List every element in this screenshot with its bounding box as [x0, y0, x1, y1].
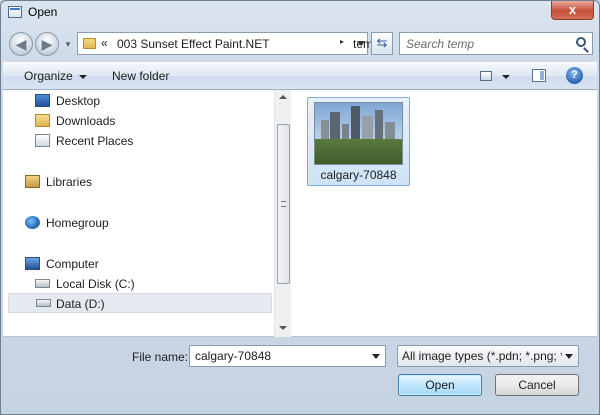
new-folder-button[interactable]: New folder: [112, 69, 169, 83]
libraries-icon: [25, 175, 40, 188]
homegroup-icon: [25, 216, 40, 229]
address-dropdown-icon[interactable]: [357, 41, 365, 46]
file-name-label: File name:: [132, 350, 189, 364]
breadcrumb-separator-icon[interactable]: ▸: [340, 37, 344, 46]
nav-item-recent-places[interactable]: Recent Places: [3, 131, 273, 151]
nav-item-label: Computer: [46, 257, 99, 271]
nav-item-label: Homegroup: [46, 216, 109, 230]
breadcrumb-item[interactable]: 003 Sunset Effect Paint.NET: [117, 37, 270, 51]
grip-icon: [281, 201, 286, 207]
file-item[interactable]: calgary-70848: [307, 97, 410, 186]
image-thumbnail: [314, 102, 403, 165]
organize-label: Organize: [24, 69, 73, 83]
thumbnail-ground: [315, 139, 402, 164]
search-input[interactable]: [406, 36, 566, 51]
nav-item-label: Recent Places: [56, 134, 134, 148]
open-dialog: Open x ◀ ▶ ▾ « 003 Sunset Effect Paint.N…: [0, 0, 600, 415]
file-name-combobox[interactable]: [189, 345, 386, 367]
file-type-select[interactable]: All image types (*.pdn; *.png; *: [397, 345, 579, 367]
local-disk-icon: [35, 279, 50, 288]
change-view-button[interactable]: [480, 69, 516, 85]
open-button[interactable]: Open: [398, 374, 482, 396]
nav-item-desktop[interactable]: Desktop: [3, 91, 273, 111]
views-icon: [480, 71, 492, 81]
help-button[interactable]: ?: [566, 67, 583, 84]
preview-pane-button[interactable]: [532, 69, 546, 82]
nav-item-label: Desktop: [56, 94, 101, 108]
nav-item-label: Local Disk (C:): [56, 277, 135, 291]
navigation-pane: Desktop Downloads Recent Places Librarie…: [3, 90, 273, 337]
folder-icon: [83, 38, 96, 49]
forward-arrow-icon: ▶: [41, 36, 53, 52]
nav-item-data-d[interactable]: Data (D:): [8, 293, 272, 313]
forward-button[interactable]: ▶: [35, 32, 59, 56]
organize-button[interactable]: Organize: [24, 69, 87, 83]
address-bar[interactable]: « 003 Sunset Effect Paint.NET ▸ temp: [77, 32, 380, 55]
window-title: Open: [28, 5, 58, 19]
search-box[interactable]: [399, 32, 593, 55]
back-arrow-icon: ◀: [15, 36, 27, 52]
title-bar: Open x: [1, 1, 599, 25]
recent-places-icon: [35, 134, 50, 147]
scroll-thumb[interactable]: [277, 124, 290, 284]
computer-icon: [25, 257, 40, 270]
chevron-down-icon: [78, 74, 87, 79]
scroll-down-icon[interactable]: [279, 326, 287, 330]
nav-item-downloads[interactable]: Downloads: [3, 111, 273, 131]
downloads-folder-icon: [35, 114, 50, 127]
chevron-down-icon: [502, 75, 510, 79]
search-icon[interactable]: [576, 37, 586, 47]
help-icon: ?: [571, 69, 578, 81]
chevron-down-icon: [565, 354, 573, 359]
chevron-down-icon[interactable]: [372, 354, 380, 359]
refresh-button[interactable]: ⇆: [371, 32, 393, 55]
dialog-icon: [8, 6, 22, 18]
breadcrumb-overflow[interactable]: «: [101, 36, 108, 50]
nav-pane-scrollbar[interactable]: [274, 90, 291, 337]
command-bar: Organize New folder ?: [3, 62, 597, 90]
scroll-up-icon[interactable]: [279, 95, 287, 99]
nav-item-label: Data (D:): [56, 297, 105, 311]
recent-pages-dropdown[interactable]: ▾: [62, 38, 74, 50]
file-name: calgary-70848: [320, 168, 397, 182]
drive-icon: [36, 299, 51, 307]
file-type-value: All image types (*.pdn; *.png; *: [402, 349, 562, 363]
cancel-button[interactable]: Cancel: [495, 374, 579, 396]
back-button[interactable]: ◀: [9, 32, 33, 56]
content-area: Desktop Downloads Recent Places Librarie…: [3, 90, 597, 337]
nav-item-local-disk-c[interactable]: Local Disk (C:): [3, 274, 273, 294]
nav-item-computer[interactable]: Computer: [3, 254, 273, 274]
nav-item-label: Libraries: [46, 175, 93, 189]
nav-item-label: Downloads: [56, 114, 116, 128]
refresh-icon: ⇆: [376, 35, 388, 50]
file-name-input[interactable]: [195, 349, 365, 363]
desktop-icon: [35, 94, 50, 107]
nav-item-homegroup[interactable]: Homegroup: [3, 213, 273, 233]
close-icon: x: [568, 2, 577, 17]
nav-item-libraries[interactable]: Libraries: [3, 172, 273, 192]
close-button[interactable]: x: [551, 1, 594, 20]
